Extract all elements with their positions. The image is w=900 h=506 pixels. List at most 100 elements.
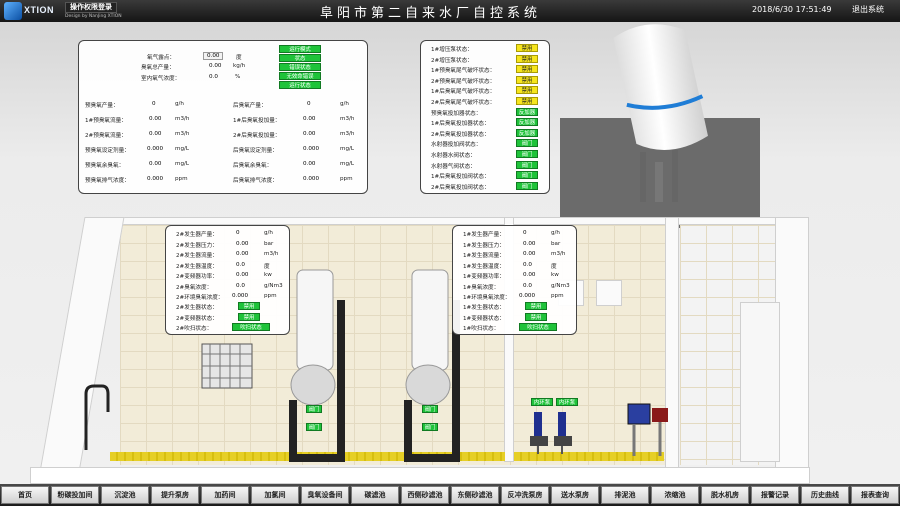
oxygen-dewpoint-label: 氧气露点： — [147, 55, 175, 61]
nav-button[interactable]: 反冲洗泵房 — [501, 486, 549, 504]
generator-row-label: 1#发生器产量： — [463, 232, 505, 238]
post-ozone-exhaust-value: 0.000 — [303, 176, 320, 182]
state-indicator-button[interactable]: 阀门 — [516, 171, 538, 180]
valve-label[interactable]: 阀门 — [422, 423, 438, 431]
generator-row-value: 0.0 — [236, 261, 245, 268]
post-ozone-exhaust-unit: ppm — [340, 176, 353, 182]
generator-row-value: 0 — [236, 230, 240, 236]
generator-row-unit: kw — [264, 272, 272, 278]
post-ozone-dose-2-label: 2#后臭氧投加量： — [233, 133, 281, 139]
generator-row-unit: g/Nm3 — [264, 282, 283, 289]
nav-button[interactable]: 脱水机房 — [701, 486, 749, 504]
nav-button[interactable]: 提升泵房 — [151, 486, 199, 504]
generator-status-button[interactable]: 禁用 — [525, 302, 547, 310]
generator-status-label: 2#变频器状态： — [176, 315, 218, 322]
nav-button[interactable]: 报警记录 — [751, 486, 799, 504]
room-oxygen-label: 室内氧气浓度： — [141, 76, 181, 82]
generator-status-button[interactable]: 吹扫状态 — [232, 323, 270, 331]
generator-row-value: 0.00 — [523, 240, 536, 247]
nav-button[interactable]: 报表查询 — [851, 486, 899, 504]
state-row-label: 1#增压泵状态： — [431, 47, 473, 53]
oxygen-dewpoint-unit: 度 — [236, 55, 242, 61]
invalid-command-button[interactable]: 无效命错误 — [279, 72, 321, 80]
pre-ozone-exhaust-unit: ppm — [175, 176, 188, 182]
scada-screen: XTION 操作权限登录 Design by NanJing XTION 阜阳市… — [0, 0, 900, 506]
state-indicator-button[interactable]: 禁用 — [516, 86, 538, 95]
pre-ozone-flow-1-value: 0.00 — [149, 116, 162, 122]
nav-button[interactable]: 浓缩池 — [651, 486, 699, 504]
pre-ozone-exhaust-label: 预臭氧排气浓度： — [85, 178, 130, 184]
generator-status-label: 2#吹扫状态： — [176, 326, 213, 332]
logo-icon — [4, 2, 22, 20]
state-row-label: 1#预臭氧尾气破坏状态： — [431, 68, 496, 75]
nav-button[interactable]: 加氯间 — [251, 486, 299, 504]
state-indicator-button[interactable]: 禁用 — [516, 75, 538, 84]
nav-button[interactable]: 西侧砂滤池 — [401, 486, 449, 504]
state-row-label: 水射器水阀状态： — [431, 153, 476, 159]
run-mode-button[interactable]: 运行模式 — [279, 45, 321, 53]
login-button[interactable]: 操作权限登录 — [65, 2, 117, 13]
nav-button[interactable]: 排泥池 — [601, 486, 649, 504]
status-button[interactable]: 状态 — [279, 54, 321, 62]
nav-button[interactable]: 送水泵房 — [551, 486, 599, 504]
pre-ozone-dose-value: 0.000 — [147, 146, 164, 152]
room-oxygen-unit: % — [235, 74, 241, 80]
pre-ozone-residual-unit: mg/L — [175, 161, 190, 167]
generator-row-unit: g/h — [264, 230, 273, 236]
state-indicator-button[interactable]: 禁用 — [516, 97, 538, 105]
nav-button[interactable]: 历史曲线 — [801, 486, 849, 504]
generator-1-panel: 1#发生器产量： 0 g/h 1#发生器压力： 0.00 bar 1#发生器流量： 0.00 m… — [452, 225, 577, 335]
state-indicator-button[interactable]: 阀门 — [516, 150, 538, 158]
run-status-button[interactable]: 运行状态 — [279, 81, 321, 89]
pre-ozone-value: 0 — [152, 101, 156, 107]
nav-button[interactable]: 粉碳投加间 — [51, 486, 99, 504]
nav-button[interactable]: 沉淀池 — [101, 486, 149, 504]
nav-button[interactable]: 加药间 — [201, 486, 249, 504]
state-indicator-button[interactable]: 阀门 — [516, 160, 538, 169]
error-status-button[interactable]: 错误状态 — [279, 63, 321, 71]
state-indicator-button[interactable]: 禁用 — [516, 44, 538, 52]
nav-button[interactable]: 碳滤池 — [351, 486, 399, 504]
pre-ozone-dose-label: 预臭氧设定剂量： — [85, 148, 130, 154]
state-indicator-button[interactable]: 反加器 — [516, 128, 538, 137]
state-indicator-button[interactable]: 禁用 — [516, 65, 538, 74]
generator-row-value: 0.00 — [236, 272, 249, 278]
generator-status-label: 1#吹扫状态： — [463, 326, 500, 332]
state-row-label: 2#预臭氧尾气破坏状态： — [431, 78, 496, 85]
post-ozone-residual-value: 0.00 — [303, 161, 316, 167]
xtion-logo: XTION — [4, 2, 62, 20]
nav-button[interactable]: 臭氧设备间 — [301, 486, 349, 504]
nav-button[interactable]: 首页 — [1, 486, 49, 504]
state-indicator-button[interactable]: 反加器 — [516, 107, 538, 116]
generator-row-value: 0.0 — [236, 282, 245, 289]
datetime: 2018/6/30 17:51:49 — [752, 5, 832, 14]
design-credit: Design by NanJing XTION — [65, 14, 122, 19]
state-indicator-button[interactable]: 阀门 — [516, 181, 538, 190]
generator-status-button[interactable]: 禁用 — [238, 302, 260, 310]
ozone-total-label: 臭氧总产量： — [141, 65, 175, 71]
valve-label[interactable]: 阀门 — [306, 405, 322, 413]
state-indicator-button[interactable]: 反加器 — [516, 118, 538, 127]
generator-status-button[interactable]: 禁用 — [525, 312, 547, 321]
generator-row-unit: ppm — [551, 293, 564, 299]
app-title: 阜阳市第二自来水厂自控系统 — [320, 6, 542, 21]
state-indicator-button[interactable]: 阀门 — [516, 139, 538, 148]
back-wall-right — [671, 217, 779, 225]
state-indicator-button[interactable]: 禁用 — [516, 54, 538, 63]
state-row-label: 水射器投加阀状态： — [431, 142, 482, 149]
state-row-label: 1#后臭氧投加器状态： — [431, 121, 490, 128]
pre-ozone-exhaust-value: 0.000 — [147, 176, 164, 182]
nav-button[interactable]: 东侧砂滤池 — [451, 486, 499, 504]
generator-status-button[interactable]: 吹扫状态 — [519, 323, 557, 331]
pre-ozone-dose-unit: mg/L — [175, 146, 190, 152]
logout-button[interactable]: 退出系统 — [852, 4, 884, 15]
pre-ozone-residual-value: 0.00 — [149, 161, 162, 167]
valve-label[interactable]: 阀门 — [306, 423, 322, 431]
inner-loop-pump-label[interactable]: 内环泵 — [556, 398, 578, 406]
inner-loop-pump-label[interactable]: 内环泵 — [531, 398, 553, 406]
valve-label[interactable]: 阀门 — [422, 405, 438, 413]
state-row-label: 2#后臭氧投加阀状态： — [431, 184, 490, 191]
post-ozone-setdose-label: 后臭氧设定剂量： — [233, 148, 278, 154]
generator-status-button[interactable]: 禁用 — [238, 312, 260, 321]
generator-row-value: 0.0 — [523, 261, 532, 268]
